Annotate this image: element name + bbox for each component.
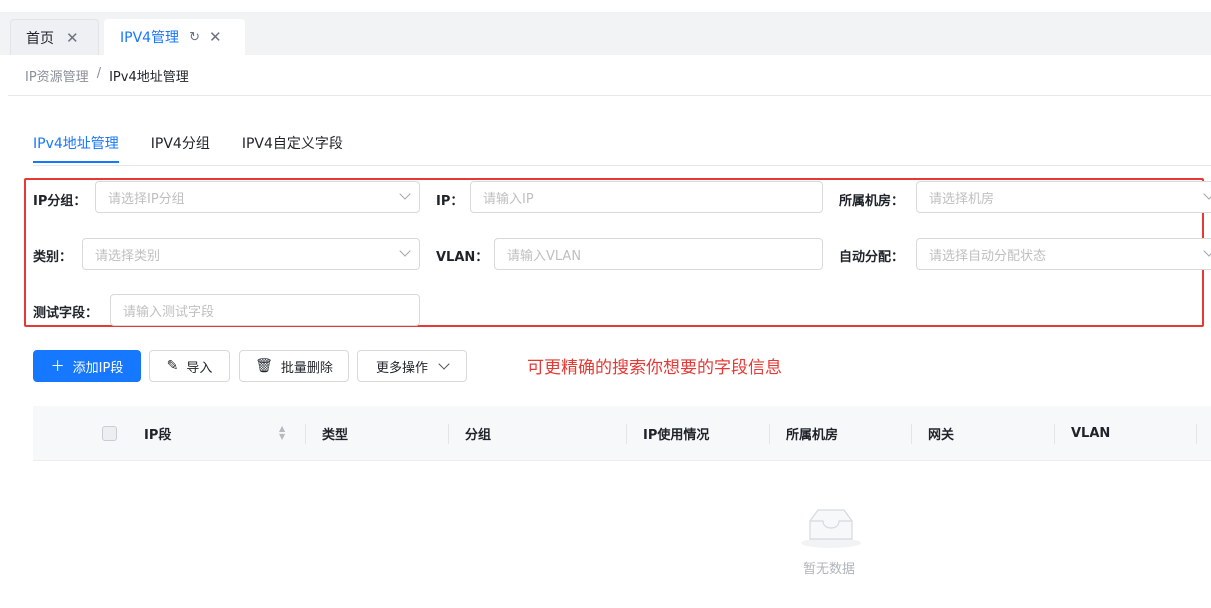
- batch-delete-button[interactable]: 🗑 批量删除: [239, 350, 349, 382]
- subtab-ipv4-group[interactable]: IPV4分组: [151, 133, 210, 163]
- sub-tabs: IPv4地址管理 IPV4分组 IPV4自定义字段: [33, 133, 343, 163]
- divider: [8, 95, 1211, 96]
- category-select[interactable]: 请选择类别: [82, 238, 420, 270]
- edit-icon: ✎: [166, 358, 179, 374]
- chevron-down-icon: [1203, 245, 1211, 257]
- chevron-down-icon: [1203, 188, 1211, 200]
- chevron-down-icon: [399, 188, 411, 200]
- vlan-input[interactable]: 请输入VLAN: [494, 238, 823, 270]
- column-header: IP使用情况: [643, 428, 710, 443]
- column-divider: [769, 424, 770, 444]
- column-divider: [305, 424, 306, 444]
- table-header: IP段 ▲ ▼ 类型 分组 IP使用情况 所属机房 网关 VLAN: [33, 406, 1211, 461]
- close-icon[interactable]: ✕: [66, 29, 79, 47]
- vlan-placeholder: 请输入VLAN: [507, 248, 582, 264]
- ip-group-placeholder: 请选择IP分组: [108, 191, 185, 207]
- column-header: 所属机房: [786, 428, 839, 443]
- ip-input[interactable]: 请输入IP: [470, 181, 823, 213]
- ip-label: IP：: [436, 194, 464, 209]
- column-divider: [1054, 424, 1055, 444]
- chevron-down-icon: [438, 358, 450, 370]
- more-actions-button[interactable]: 更多操作: [357, 350, 467, 382]
- column-header: 类型: [322, 428, 349, 443]
- tab-home[interactable]: 首页 ✕: [10, 19, 99, 55]
- sort-icon[interactable]: ▲ ▼: [279, 425, 285, 441]
- vlan-label: VLAN：: [436, 250, 489, 265]
- auto-assign-label: 自动分配：: [839, 250, 905, 265]
- annotation-text: 可更精确的搜索你想要的字段信息: [527, 358, 782, 378]
- ip-group-select[interactable]: 请选择IP分组: [95, 181, 420, 213]
- test-field-label: 测试字段：: [33, 306, 99, 321]
- import-button[interactable]: ✎ 导入: [149, 350, 230, 382]
- tab-bar: 首页 ✕ IPV4管理 ↻ ✕: [0, 12, 1211, 55]
- column-divider: [448, 424, 449, 444]
- category-label: 类别：: [33, 250, 73, 265]
- ip-placeholder: 请输入IP: [483, 191, 534, 207]
- empty-state-text: 暂无数据: [803, 562, 856, 577]
- add-button-label: 添加IP段: [72, 360, 124, 376]
- breadcrumb: IP资源管理 / IPv4地址管理: [25, 66, 189, 85]
- column-header: 分组: [465, 428, 492, 443]
- subtab-divider: [33, 165, 1211, 166]
- more-actions-label: 更多操作: [375, 360, 428, 376]
- room-placeholder: 请选择机房: [929, 191, 995, 207]
- subtab-ipv4-address[interactable]: IPv4地址管理: [33, 133, 119, 163]
- auto-assign-placeholder: 请选择自动分配状态: [929, 248, 1047, 264]
- auto-assign-select[interactable]: 请选择自动分配状态: [916, 238, 1211, 270]
- column-divider: [626, 424, 627, 444]
- empty-inbox-icon: [801, 509, 861, 548]
- add-ip-segment-button[interactable]: ＋ 添加IP段: [33, 350, 141, 382]
- column-header: VLAN: [1071, 426, 1111, 441]
- refresh-icon[interactable]: ↻: [189, 30, 200, 45]
- ip-group-label: IP分组：: [33, 194, 87, 209]
- test-field-placeholder: 请输入测试字段: [123, 304, 215, 320]
- column-divider: [911, 424, 912, 444]
- tab-ipv4-management[interactable]: IPV4管理 ↻ ✕: [104, 19, 245, 55]
- chevron-down-icon: [399, 245, 411, 257]
- batch-delete-label: 批量删除: [280, 360, 333, 376]
- breadcrumb-separator: /: [96, 66, 102, 81]
- room-select[interactable]: 请选择机房: [916, 181, 1211, 213]
- tab-ipv4-label: IPV4管理: [120, 30, 180, 46]
- breadcrumb-parent[interactable]: IP资源管理: [25, 66, 89, 85]
- import-button-label: 导入: [186, 360, 213, 376]
- close-icon[interactable]: ✕: [209, 28, 222, 46]
- breadcrumb-current: IPv4地址管理: [109, 70, 189, 85]
- test-field-input[interactable]: 请输入测试字段: [110, 294, 420, 326]
- column-header: IP段: [144, 428, 172, 443]
- column-divider: [1196, 424, 1197, 444]
- subtab-ipv4-custom-fields[interactable]: IPV4自定义字段: [242, 133, 343, 163]
- column-header: 网关: [928, 428, 955, 443]
- category-placeholder: 请选择类别: [95, 248, 161, 264]
- trash-icon: 🗑: [255, 358, 273, 374]
- room-label: 所属机房：: [839, 194, 905, 209]
- tab-home-label: 首页: [26, 30, 54, 47]
- plus-icon: ＋: [50, 359, 65, 375]
- select-all-checkbox[interactable]: [102, 426, 117, 441]
